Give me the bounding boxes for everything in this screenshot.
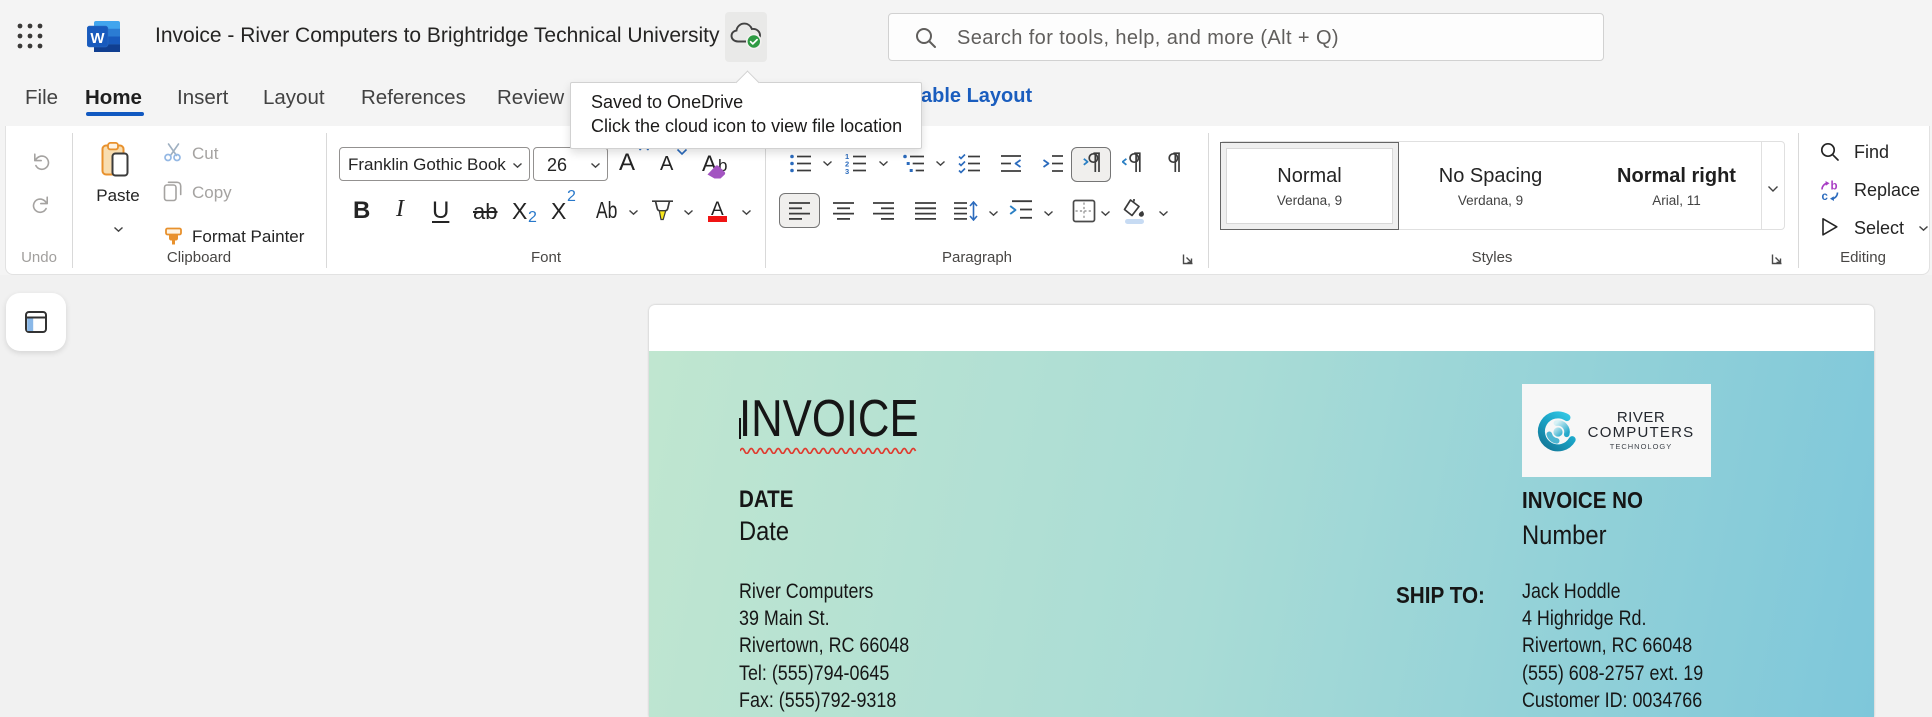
svg-text:b: b: [1831, 181, 1838, 193]
svg-text:3: 3: [845, 167, 849, 175]
svg-text:c: c: [1822, 191, 1829, 202]
svg-text:W: W: [90, 30, 105, 47]
